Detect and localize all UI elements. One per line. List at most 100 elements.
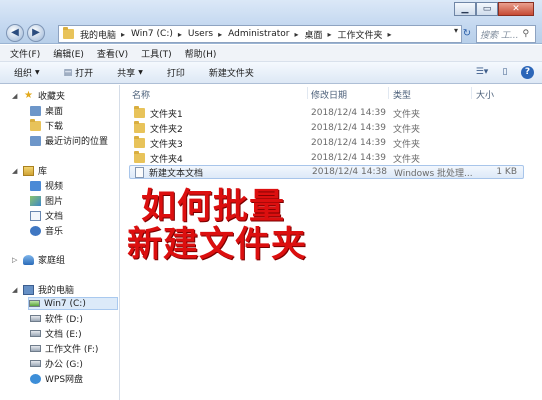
nav-drive-e[interactable]: 文档 (E:) [30, 327, 82, 340]
nav-computer[interactable]: ◢ 我的电脑 [12, 283, 74, 296]
new-folder-button[interactable]: 新建文件夹 [209, 66, 254, 79]
nav-wps-cloud[interactable]: WPS网盘 [30, 372, 83, 385]
text-file-icon [135, 166, 144, 178]
menu-bar: 文件(F) 编辑(E) 查看(V) 工具(T) 帮助(H) [0, 45, 542, 62]
menu-file[interactable]: 文件(F) [10, 47, 40, 60]
nav-drive-d[interactable]: 软件 (D:) [30, 312, 83, 325]
search-input[interactable]: 搜索 工... ⚲ [476, 25, 536, 43]
menu-tools[interactable]: 工具(T) [141, 47, 172, 60]
search-icon: ⚲ [522, 29, 530, 39]
refresh-icon[interactable]: ↻ [460, 25, 474, 43]
nav-drive-c[interactable]: Win7 (C:) [28, 297, 118, 310]
drive-icon [30, 330, 41, 337]
recent-places-icon [30, 135, 41, 146]
view-controls: ☰▾ ▯ ? [475, 66, 534, 79]
overlay-caption: 如何批量 新建文件夹 [127, 188, 317, 264]
chevron-right-icon: ▸ [327, 29, 332, 39]
nav-pictures[interactable]: 图片 [30, 194, 63, 207]
column-header-name[interactable]: 名称 [132, 88, 150, 101]
video-icon [30, 180, 41, 191]
navigation-pane: ◢ ★ 收藏夹 桌面 下载 最近访问的位置 ◢ 库 视频 图片 文档 音乐 ▷ … [0, 85, 120, 400]
column-divider[interactable] [471, 87, 472, 99]
chevron-right-icon: ▸ [387, 29, 392, 39]
chevron-right-icon: ▸ [294, 29, 299, 39]
organize-button[interactable]: 组织 ▼ [14, 66, 40, 79]
window-controls: ▁ ▭ ✕ [454, 2, 534, 16]
collapse-icon: ◢ [12, 91, 18, 100]
forward-arrow-icon: ▶ [32, 27, 40, 38]
nav-drive-f[interactable]: 工作文件 (F:) [30, 342, 98, 355]
preview-pane-icon[interactable]: ▯ [498, 66, 512, 79]
nav-drive-g[interactable]: 办公 (G:) [30, 357, 83, 370]
collapse-icon: ◢ [12, 285, 18, 294]
collapse-icon: ◢ [12, 166, 18, 175]
breadcrumb-4[interactable]: 桌面 ▸ [304, 28, 331, 41]
nav-desktop[interactable]: 桌面 [30, 104, 63, 117]
address-dropdown-icon[interactable]: ▾ [454, 26, 458, 35]
dropdown-arrow-icon: ▼ [35, 69, 40, 76]
minimize-button[interactable]: ▁ [454, 2, 476, 16]
maximize-button[interactable]: ▭ [476, 2, 498, 16]
table-row[interactable]: 新建文本文档 2018/12/4 14:38 Windows 批处理... 1 … [129, 165, 524, 179]
nav-recent-places[interactable]: 最近访问的位置 [30, 134, 108, 147]
back-arrow-icon: ◀ [11, 27, 19, 38]
expand-icon: ▷ [12, 255, 18, 264]
breadcrumb-3[interactable]: Administrator ▸ [228, 29, 298, 39]
desktop-icon [30, 105, 41, 116]
downloads-icon [30, 118, 41, 131]
nav-libraries[interactable]: ◢ 库 [12, 164, 47, 177]
folder-icon [63, 27, 74, 39]
drive-icon [29, 300, 40, 307]
command-bar: 组织 ▼ ▤ 打开 共享 ▼ 打印 新建文件夹 ☰▾ ▯ ? [0, 62, 542, 84]
dropdown-arrow-icon: ▼ [138, 69, 143, 76]
table-row[interactable]: 文件夹3 2018/12/4 14:39 文件夹 [129, 136, 524, 150]
chevron-right-icon: ▸ [121, 29, 126, 39]
breadcrumb-1[interactable]: Win7 (C:) ▸ [131, 29, 182, 39]
nav-videos[interactable]: 视频 [30, 179, 63, 192]
nav-downloads[interactable]: 下载 [30, 118, 63, 132]
close-button[interactable]: ✕ [498, 2, 534, 16]
overlay-line-1: 如何批量 [141, 187, 286, 227]
back-button[interactable]: ◀ [6, 24, 24, 42]
help-icon[interactable]: ? [521, 66, 534, 79]
share-button[interactable]: 共享 ▼ [117, 66, 143, 79]
breadcrumb-5[interactable]: 工作文件夹 ▸ [338, 28, 392, 41]
view-options-icon[interactable]: ☰▾ [475, 66, 489, 79]
breadcrumb-0[interactable]: 我的电脑 ▸ [80, 28, 125, 41]
menu-edit[interactable]: 编辑(E) [53, 47, 84, 60]
menu-help[interactable]: 帮助(H) [185, 47, 217, 60]
chevron-right-icon: ▸ [177, 29, 182, 39]
folder-icon [134, 136, 145, 148]
print-button[interactable]: 打印 [167, 66, 185, 79]
nav-music[interactable]: 音乐 [30, 224, 63, 237]
address-bar[interactable]: 我的电脑 ▸ Win7 (C:) ▸ Users ▸ Administrator ▸ 桌… [58, 25, 462, 43]
drive-icon [30, 315, 41, 322]
column-header-size[interactable]: 大小 [476, 88, 494, 101]
table-row[interactable]: 文件夹4 2018/12/4 14:39 文件夹 [129, 151, 524, 165]
menu-view[interactable]: 查看(V) [97, 47, 128, 60]
open-button[interactable]: ▤ 打开 [63, 66, 94, 80]
column-header-date[interactable]: 修改日期 [311, 88, 347, 101]
breadcrumb-2[interactable]: Users ▸ [188, 29, 222, 39]
folder-icon [134, 106, 145, 118]
drive-icon [30, 345, 41, 352]
nav-homegroup[interactable]: ▷ 家庭组 [12, 253, 65, 266]
folder-icon [134, 121, 145, 133]
drive-icon [30, 360, 41, 367]
homegroup-icon [23, 254, 34, 265]
folder-icon [134, 151, 145, 163]
computer-icon [23, 284, 34, 295]
nav-documents[interactable]: 文档 [30, 209, 63, 222]
table-row[interactable]: 文件夹1 2018/12/4 14:39 文件夹 [129, 106, 524, 120]
library-icon [23, 165, 34, 176]
title-bar: ▁ ▭ ✕ ◀ ▶ 我的电脑 ▸ Win7 (C:) ▸ Users ▸ Admini… [0, 0, 542, 44]
nav-favorites[interactable]: ◢ ★ 收藏夹 [12, 89, 65, 102]
column-divider[interactable] [388, 87, 389, 99]
overlay-line-2: 新建文件夹 [127, 225, 308, 265]
column-header-type[interactable]: 类型 [393, 88, 411, 101]
table-row[interactable]: 文件夹2 2018/12/4 14:39 文件夹 [129, 121, 524, 135]
forward-button[interactable]: ▶ [27, 24, 45, 42]
column-divider[interactable] [307, 87, 308, 99]
open-icon: ▤ [63, 67, 73, 78]
cloud-icon [30, 373, 41, 384]
